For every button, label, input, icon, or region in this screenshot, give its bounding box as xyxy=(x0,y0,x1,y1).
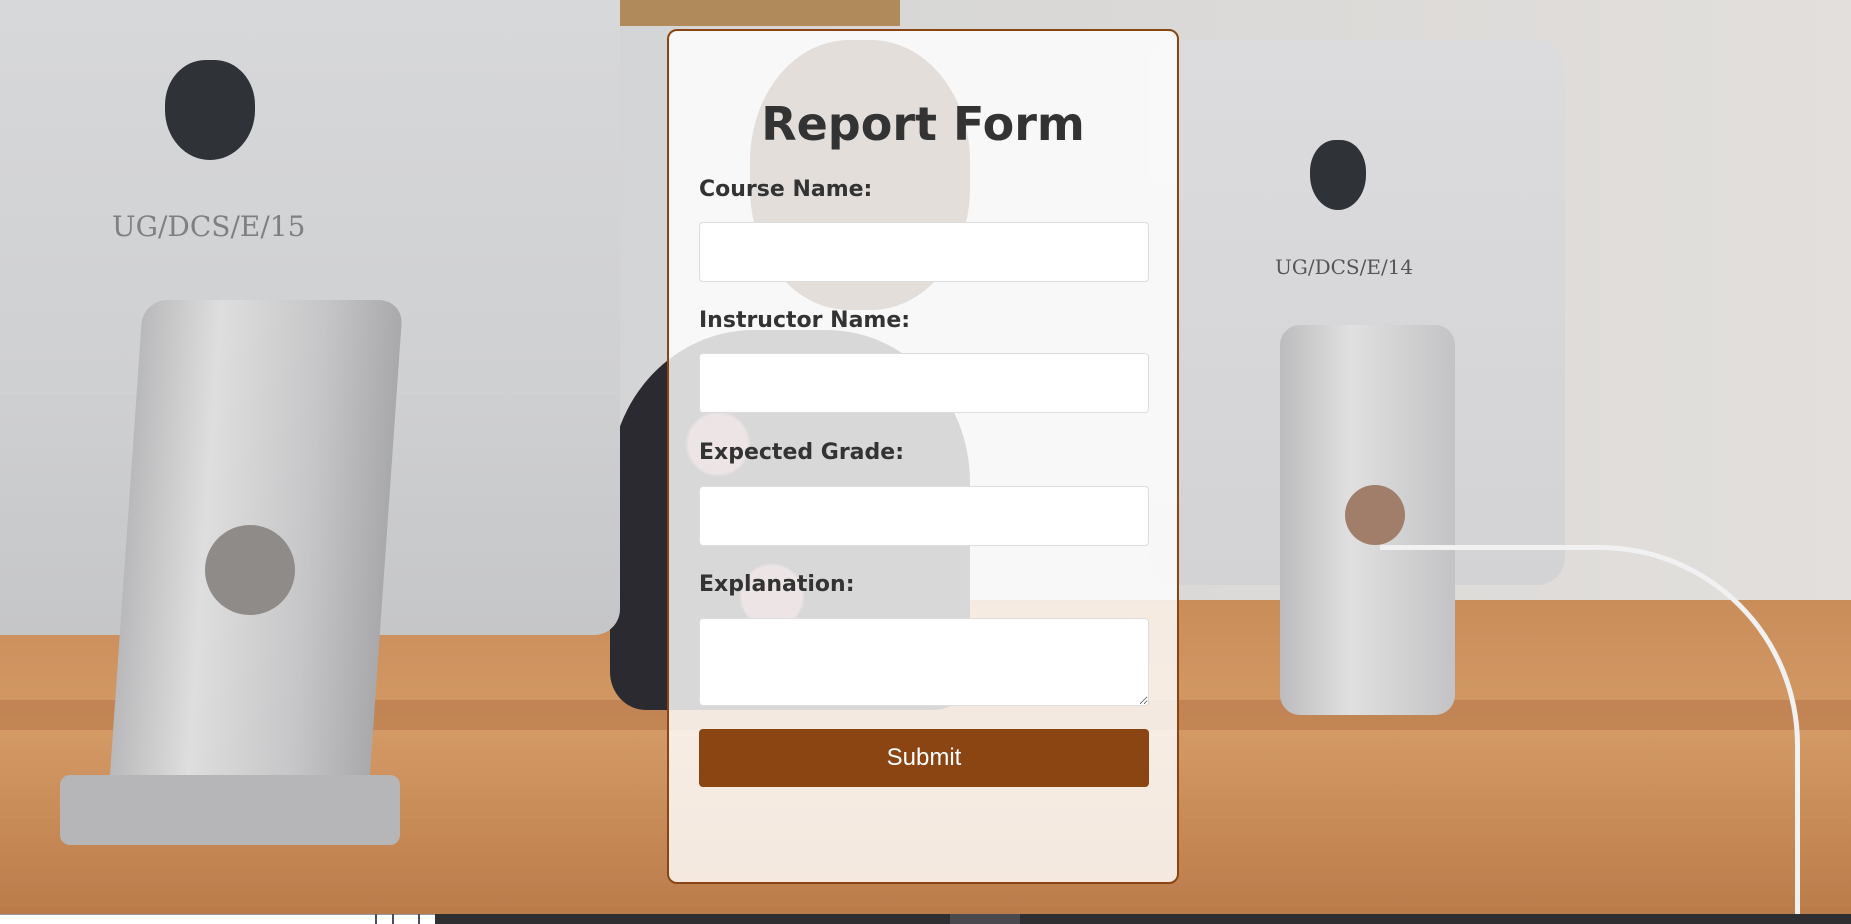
report-form: Report Form Course Name: Instructor Name… xyxy=(667,29,1179,884)
form-title: Report Form xyxy=(761,97,1085,151)
expected-grade-input[interactable] xyxy=(699,486,1149,546)
power-cable xyxy=(1380,545,1800,924)
left-monitor-base xyxy=(60,775,400,845)
right-monitor-stand-hole xyxy=(1345,485,1405,545)
apple-logo-icon xyxy=(1310,140,1366,210)
instructor-name-label: Instructor Name: xyxy=(699,308,911,333)
background-shelf xyxy=(620,0,900,26)
explanation-label: Explanation: xyxy=(699,572,855,597)
bottom-bar-thumb[interactable] xyxy=(950,914,1020,924)
bottom-bar-divider xyxy=(392,914,394,924)
bottom-bar-divider xyxy=(375,914,377,924)
explanation-textarea[interactable] xyxy=(699,618,1149,706)
submit-button[interactable]: Submit xyxy=(699,729,1149,787)
apple-logo-icon xyxy=(165,60,255,160)
left-monitor-stand-hole xyxy=(205,525,295,615)
expected-grade-label: Expected Grade: xyxy=(699,440,904,465)
course-name-label: Course Name: xyxy=(699,177,873,202)
instructor-name-input[interactable] xyxy=(699,353,1149,413)
bottom-bar-divider xyxy=(418,914,420,924)
left-monitor-label: UG/DCS/E/15 xyxy=(112,210,306,243)
bottom-bar-left-segment xyxy=(0,914,435,924)
course-name-input[interactable] xyxy=(699,222,1149,282)
right-monitor-label: UG/DCS/E/14 xyxy=(1275,255,1414,279)
